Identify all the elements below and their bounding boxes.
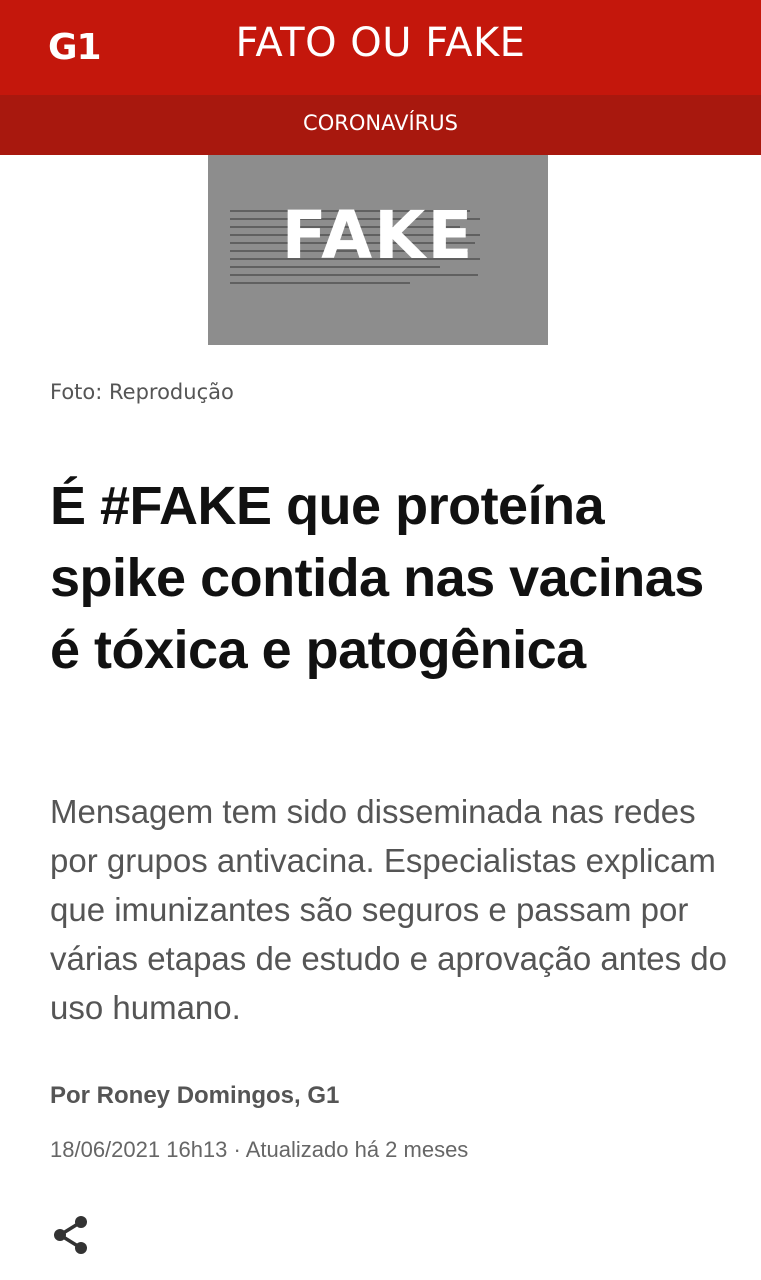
category-link[interactable]: CORONAVÍRUS (0, 111, 761, 135)
top-bar: G1 FATO OU FAKE (0, 0, 761, 95)
article-timestamp: 18/06/2021 16h13 · Atualizado há 2 meses (50, 1137, 469, 1162)
fake-stamp: FAKE (281, 197, 475, 274)
category-bar: CORONAVÍRUS (0, 95, 761, 155)
article-summary: Mensagem tem sido disseminada nas redes … (50, 793, 727, 1026)
share-icon[interactable] (50, 1214, 92, 1256)
article-headline: É #FAKE que proteína spike contida nas v… (50, 476, 704, 680)
photo-caption: Foto: Reprodução (50, 380, 234, 404)
hero-image: FAKE (208, 155, 548, 345)
article-byline: Por Roney Domingos, G1 (50, 1082, 340, 1109)
section-title[interactable]: FATO OU FAKE (0, 20, 761, 66)
